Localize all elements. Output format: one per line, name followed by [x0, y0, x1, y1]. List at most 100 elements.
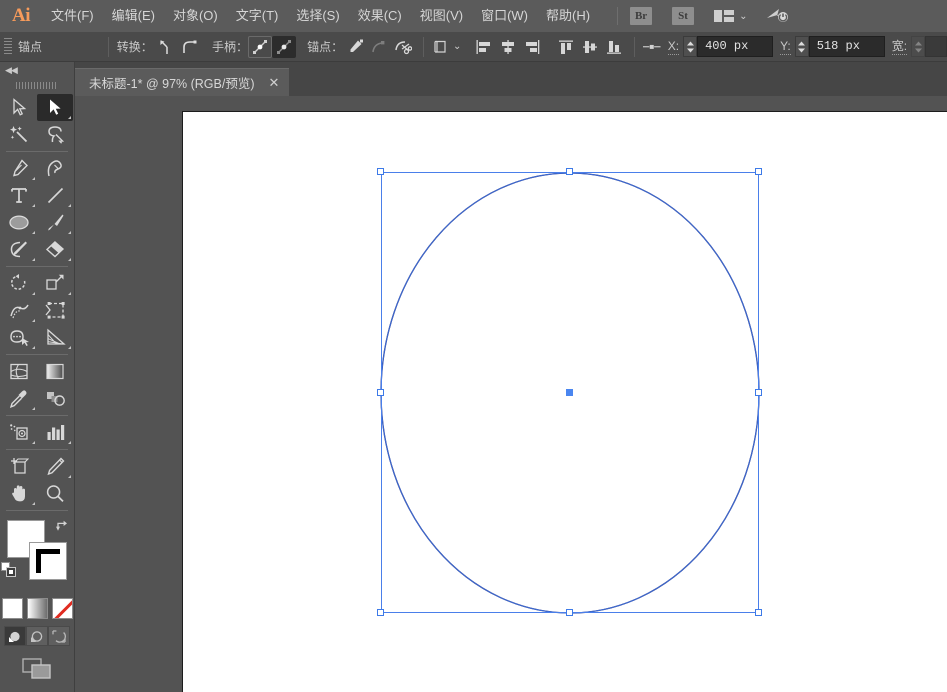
menu-select[interactable]: 选择(S) [287, 0, 348, 32]
tool-artboard[interactable] [1, 453, 37, 480]
y-stepper[interactable] [795, 36, 809, 57]
bridge-icon[interactable]: Br [630, 7, 652, 25]
selection-arrow-icon [11, 98, 28, 117]
tool-slice[interactable] [37, 453, 73, 480]
connect-anchors-button[interactable] [367, 36, 391, 58]
collapse-panel-button[interactable]: ◀◀ [0, 62, 74, 78]
align-horizontal-center-button[interactable] [496, 36, 520, 58]
gradient-mode-button[interactable] [27, 598, 48, 619]
none-mode-button[interactable] [52, 598, 73, 619]
tool-line-segment[interactable] [37, 182, 73, 209]
close-icon[interactable]: ✕ [269, 76, 280, 89]
align-top-button[interactable] [554, 36, 578, 58]
selection-handle-bottom-left[interactable] [377, 609, 384, 616]
menu-object[interactable]: 对象(O) [164, 0, 227, 32]
selection-handle-top-left[interactable] [377, 168, 384, 175]
menu-view[interactable]: 视图(V) [411, 0, 472, 32]
chevron-down-icon [686, 48, 695, 53]
tool-blend[interactable] [37, 385, 73, 412]
tool-divider [6, 449, 68, 450]
canvas-area[interactable]: ILLUSTRATOR [75, 96, 947, 692]
tool-ellipse[interactable] [1, 209, 37, 236]
tool-width[interactable] [1, 297, 37, 324]
tool-lasso[interactable] [37, 121, 73, 148]
tool-paintbrush[interactable] [37, 209, 73, 236]
tool-column-graph[interactable] [37, 419, 73, 446]
align-vertical-center-button[interactable] [578, 36, 602, 58]
convert-to-corner-button[interactable] [153, 36, 177, 58]
search-adobe-stock-icon[interactable] [765, 6, 791, 26]
menu-window[interactable]: 窗口(W) [472, 0, 537, 32]
tool-direct-selection[interactable] [37, 94, 73, 121]
transform-handle-icon[interactable] [643, 41, 661, 53]
menu-help[interactable]: 帮助(H) [537, 0, 599, 32]
artboard-icon [9, 457, 29, 476]
align-left-button[interactable] [472, 36, 496, 58]
tool-eyedropper[interactable] [1, 385, 37, 412]
draw-normal-button[interactable] [4, 626, 26, 646]
control-divider-2 [423, 37, 424, 57]
arrange-documents-button[interactable]: ⌄ [714, 9, 747, 23]
chevron-down-icon: ⌄ [739, 11, 747, 22]
swap-fill-stroke-icon[interactable] [55, 520, 71, 534]
selection-handle-middle-right[interactable] [755, 389, 762, 396]
width-stepper[interactable] [911, 36, 925, 57]
tool-symbol-sprayer[interactable] [1, 419, 37, 446]
selection-handle-top-right[interactable] [755, 168, 762, 175]
tool-curvature[interactable] [37, 155, 73, 182]
tool-gradient[interactable] [37, 358, 73, 385]
tool-magic-wand[interactable] [1, 121, 37, 148]
column-graph-icon [45, 423, 66, 442]
selection-handle-top-center[interactable] [566, 168, 573, 175]
tool-free-transform[interactable] [37, 297, 73, 324]
align-right-button[interactable] [520, 36, 544, 58]
selection-handle-bottom-center[interactable] [566, 609, 573, 616]
tool-perspective-grid[interactable] [37, 324, 73, 351]
tool-scale[interactable] [37, 270, 73, 297]
stroke-color-swatch[interactable] [29, 542, 67, 580]
align-bottom-button[interactable] [602, 36, 626, 58]
eyedropper-icon [9, 389, 29, 408]
tool-divider [6, 151, 68, 152]
cut-path-button[interactable] [391, 36, 415, 58]
menu-edit[interactable]: 编辑(E) [103, 0, 164, 32]
draw-inside-button[interactable] [48, 626, 70, 646]
tool-pen[interactable] [1, 155, 37, 182]
color-mode-button[interactable] [2, 598, 23, 619]
remove-anchor-button[interactable] [343, 36, 367, 58]
tool-shape-builder[interactable] [1, 324, 37, 351]
isolate-object-button[interactable]: ⌄ [432, 39, 461, 55]
change-screen-mode-button[interactable] [22, 658, 52, 680]
tool-shaper[interactable] [1, 236, 37, 263]
menu-type[interactable]: 文字(T) [227, 0, 288, 32]
draw-behind-button[interactable] [26, 626, 48, 646]
tool-rotate[interactable] [1, 270, 37, 297]
hide-handles-button[interactable] [272, 36, 296, 58]
tool-eraser[interactable] [37, 236, 73, 263]
tool-mesh[interactable] [1, 358, 37, 385]
selection-handle-middle-left[interactable] [377, 389, 384, 396]
menu-file[interactable]: 文件(F) [42, 0, 103, 32]
stock-icon[interactable]: St [672, 7, 694, 25]
selection-center-point[interactable] [566, 389, 573, 396]
menu-effect[interactable]: 效果(C) [349, 0, 411, 32]
control-bar-grip[interactable] [4, 38, 12, 56]
tool-selection[interactable] [1, 94, 37, 121]
x-stepper[interactable] [683, 36, 697, 57]
tool-zoom[interactable] [37, 480, 73, 507]
tool-type[interactable] [1, 182, 37, 209]
default-fill-stroke-icon[interactable] [1, 562, 17, 578]
tool-flyout-indicator [32, 407, 35, 410]
tool-hand[interactable] [1, 480, 37, 507]
y-coordinate-field[interactable]: 518 px [809, 36, 885, 57]
x-coordinate-field[interactable]: 400 px [697, 36, 773, 57]
convert-to-smooth-button[interactable] [177, 36, 201, 58]
width-field[interactable] [925, 36, 947, 57]
convert-button-group [153, 36, 201, 58]
selection-handle-bottom-right[interactable] [755, 609, 762, 616]
chevron-up-icon [914, 41, 923, 46]
tool-panel-grip[interactable] [0, 78, 74, 92]
document-tab[interactable]: 未标题-1* @ 97% (RGB/预览) ✕ [75, 68, 289, 96]
shaper-icon [9, 240, 29, 259]
show-handles-button[interactable] [248, 36, 272, 58]
